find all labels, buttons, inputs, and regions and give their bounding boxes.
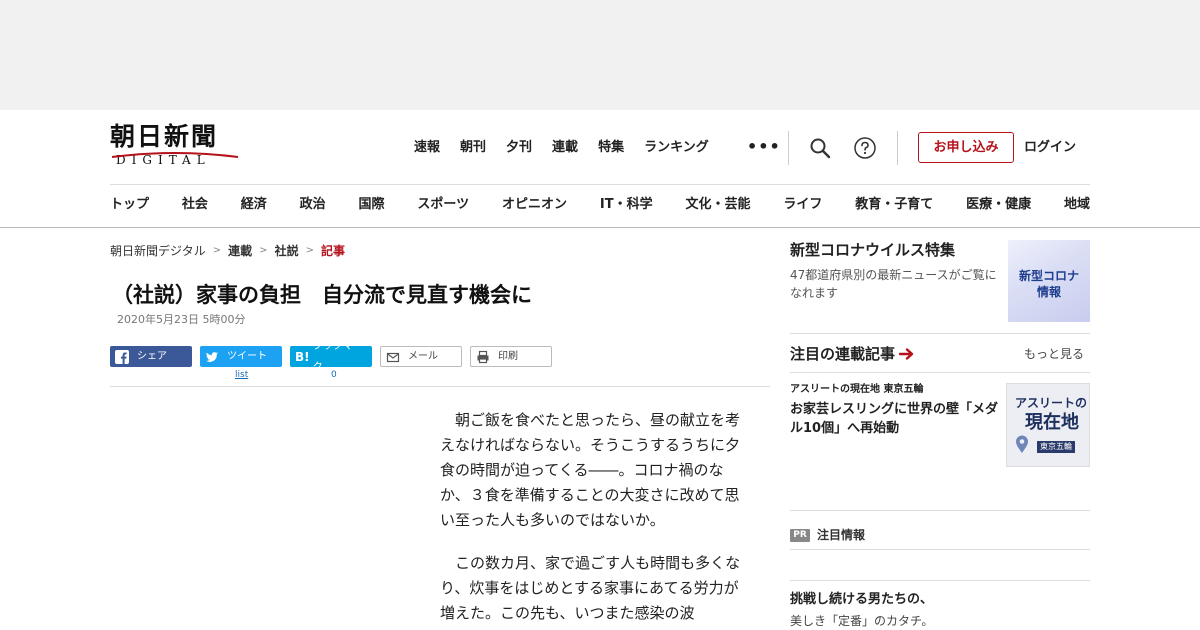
corona-feature-image[interactable]: 新型コロナ 情報 bbox=[1008, 240, 1090, 322]
top-nav-serials[interactable]: 連載 bbox=[552, 138, 578, 158]
breadcrumb-editorial[interactable]: 社説 bbox=[275, 242, 299, 260]
category-politics[interactable]: 政治 bbox=[300, 195, 326, 215]
thumbnail-text: 現在地 bbox=[1025, 412, 1079, 433]
divider bbox=[110, 386, 770, 387]
hatena-bookmark-label: ブックマーク bbox=[312, 340, 363, 373]
pr-label: 注目情報 bbox=[817, 528, 866, 542]
promo-title[interactable]: 挑戦し続ける男たちの、 bbox=[790, 591, 933, 609]
mail-share-label: メール bbox=[408, 351, 438, 362]
category-society[interactable]: 社会 bbox=[182, 195, 208, 215]
breadcrumb-separator: > bbox=[259, 245, 268, 256]
breadcrumb: 朝日新聞デジタル > 連載 > 社説 > 記事 bbox=[110, 242, 345, 260]
header-divider bbox=[897, 131, 898, 165]
divider bbox=[790, 372, 1090, 373]
breadcrumb-separator: > bbox=[305, 245, 314, 256]
featured-serials-title: 注目の連載記事 bbox=[790, 345, 896, 363]
category-culture[interactable]: 文化・芸能 bbox=[685, 195, 750, 215]
hatena-bookmark-button[interactable]: B! ブックマーク bbox=[290, 341, 372, 373]
mail-icon bbox=[386, 350, 400, 364]
category-top[interactable]: トップ bbox=[110, 195, 149, 215]
serial-category[interactable]: アスリートの現在地 東京五輪 bbox=[790, 383, 923, 397]
breadcrumb-home[interactable]: 朝日新聞デジタル bbox=[110, 242, 206, 260]
category-life[interactable]: ライフ bbox=[783, 195, 822, 215]
header-divider bbox=[788, 131, 789, 165]
corona-feature-title[interactable]: 新型コロナウイルス特集 bbox=[790, 240, 955, 260]
article-title: （社説）家事の負担 自分流で見直す機会に bbox=[112, 283, 532, 307]
ad-banner-area bbox=[0, 0, 1200, 110]
top-nav: 速報 朝刊 夕刊 連載 特集 ランキング bbox=[414, 138, 729, 158]
divider bbox=[110, 184, 1090, 185]
search-icon[interactable] bbox=[808, 136, 832, 160]
arrow-right-icon bbox=[899, 348, 914, 360]
category-it-science[interactable]: IT・科学 bbox=[600, 195, 653, 215]
logo-title: 朝日新聞 bbox=[110, 122, 219, 151]
corona-feature-description[interactable]: 47都道府県別の最新ニュースがご覧になれます bbox=[790, 266, 1005, 302]
serial-article-headline[interactable]: お家芸レスリングに世界の壁「メダル10個」へ再始動 bbox=[790, 400, 1000, 438]
serial-thumbnail[interactable]: アスリートの 現在地 東京五輪 bbox=[1006, 383, 1090, 467]
featured-serials-heading[interactable]: 注目の連載記事 bbox=[790, 344, 915, 364]
top-nav-ranking[interactable]: ランキング bbox=[644, 138, 709, 158]
breadcrumb-separator: > bbox=[212, 245, 222, 256]
corona-image-text: 新型コロナ bbox=[1018, 269, 1079, 283]
twitter-icon bbox=[205, 350, 219, 364]
top-nav-breaking[interactable]: 速報 bbox=[414, 138, 440, 158]
divider bbox=[790, 510, 1090, 511]
promo-description[interactable]: 美しき「定番」のカタチ。 bbox=[790, 612, 933, 630]
print-button[interactable]: 印刷 bbox=[470, 346, 552, 367]
help-icon[interactable] bbox=[853, 136, 877, 160]
category-sports[interactable]: スポーツ bbox=[417, 195, 469, 215]
breadcrumb-serials[interactable]: 連載 bbox=[228, 242, 252, 260]
facebook-icon bbox=[115, 349, 129, 364]
divider bbox=[790, 333, 1090, 334]
divider bbox=[790, 580, 1090, 581]
login-link[interactable]: ログイン bbox=[1024, 138, 1076, 158]
thumbnail-text: アスリートの bbox=[1015, 396, 1088, 410]
printer-icon bbox=[476, 350, 490, 364]
divider bbox=[0, 227, 1200, 228]
mail-share-button[interactable]: メール bbox=[380, 346, 462, 367]
category-economy[interactable]: 経済 bbox=[241, 195, 267, 215]
breadcrumb-current: 記事 bbox=[320, 244, 345, 258]
pr-section-heading: PR 注目情報 bbox=[790, 527, 865, 543]
category-international[interactable]: 国際 bbox=[359, 195, 385, 215]
thumbnail-text: 東京五輪 bbox=[1037, 441, 1075, 453]
facebook-share-label: シェア bbox=[137, 351, 167, 362]
more-menu-icon[interactable]: ••• bbox=[747, 138, 781, 156]
hatena-bookmark-count[interactable]: 0 bbox=[331, 369, 337, 381]
see-more-link[interactable]: もっと見る bbox=[1024, 346, 1084, 362]
category-health[interactable]: 医療・健康 bbox=[966, 195, 1031, 215]
print-label: 印刷 bbox=[498, 351, 518, 362]
site-logo[interactable]: 朝日新聞 DIGITAL bbox=[110, 123, 242, 169]
corona-image-text: 情報 bbox=[1036, 285, 1061, 299]
pr-badge: PR bbox=[790, 528, 810, 542]
twitter-share-count[interactable]: list bbox=[235, 369, 248, 381]
article-paragraph: この数カ月、家で過ごす人も時間も多くなり、炊事をはじめとする家事にあてる労力が増… bbox=[440, 554, 741, 622]
category-education[interactable]: 教育・子育て bbox=[855, 195, 933, 215]
article-paragraph: 朝ご飯を食べたと思ったら、昼の献立を考えなければならない。そうこうするうちに夕食… bbox=[440, 411, 741, 529]
facebook-share-button[interactable]: シェア bbox=[110, 346, 192, 367]
top-nav-morning[interactable]: 朝刊 bbox=[460, 138, 486, 158]
location-pin-icon bbox=[1014, 434, 1030, 458]
top-nav-features[interactable]: 特集 bbox=[598, 138, 624, 158]
category-nav: トップ 社会 経済 政治 国際 スポーツ オピニオン IT・科学 文化・芸能 ラ… bbox=[110, 195, 1090, 215]
logo-swoosh-icon bbox=[111, 152, 239, 158]
category-local[interactable]: 地域 bbox=[1064, 195, 1090, 215]
apply-button[interactable]: お申し込み bbox=[918, 132, 1014, 163]
category-opinion[interactable]: オピニオン bbox=[502, 195, 567, 215]
twitter-share-label: ツイート bbox=[227, 351, 267, 362]
divider bbox=[790, 549, 1090, 550]
twitter-share-button[interactable]: ツイート bbox=[200, 346, 282, 367]
article-date: 2020年5月23日 5時00分 bbox=[117, 313, 246, 326]
article-body: 朝ご飯を食べたと思ったら、昼の献立を考えなければならない。そうこうするうちに夕食… bbox=[440, 408, 750, 630]
top-nav-evening[interactable]: 夕刊 bbox=[506, 138, 532, 158]
hatena-icon: B! bbox=[295, 349, 310, 364]
